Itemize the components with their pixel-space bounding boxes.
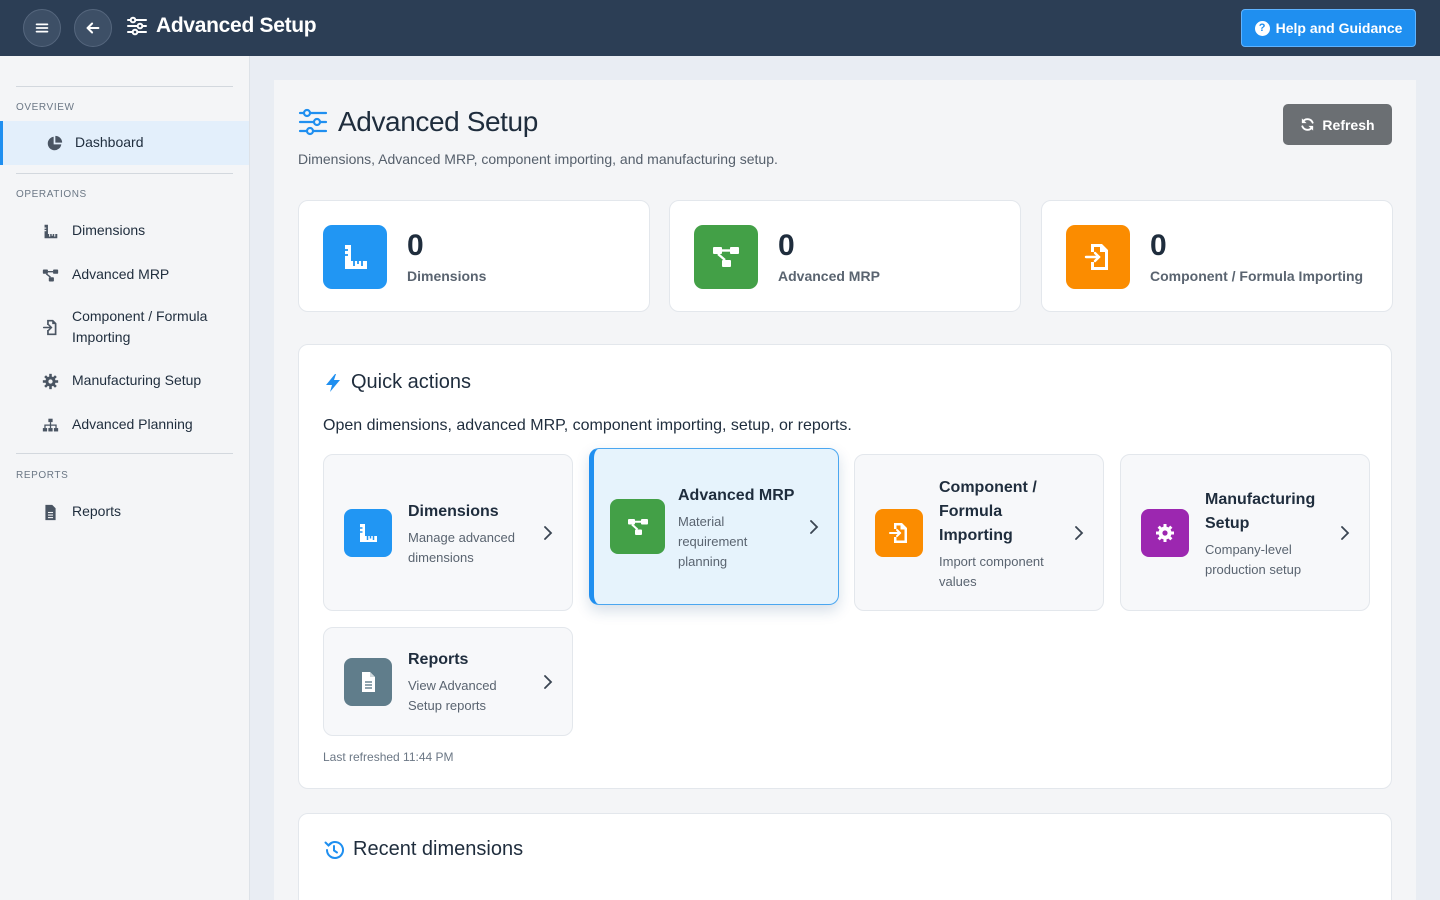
stat-label: Component / Formula Importing — [1150, 268, 1364, 284]
sidebar-section-reports: REPORTS — [16, 470, 69, 481]
quick-action-text: Manufacturing Setup Company-level produc… — [1205, 488, 1330, 580]
quick-actions-title-text: Quick actions — [351, 371, 472, 393]
quick-action-advanced-mrp[interactable]: Advanced MRP Material requirement planni… — [589, 448, 839, 605]
quick-action-text: Dimensions Manage advanced dimensions — [408, 500, 533, 568]
quick-action-title: Reports — [408, 651, 469, 668]
quick-action-desc: Import component values — [939, 554, 1044, 589]
stat-label: Dimensions — [407, 268, 487, 284]
sidebar-item-manufacturing-setup[interactable]: Manufacturing Setup — [0, 361, 249, 401]
back-button[interactable] — [74, 9, 112, 47]
sliders-icon — [127, 16, 147, 36]
help-button-label: Help and Guidance — [1275, 20, 1403, 36]
gear-icon — [1141, 509, 1189, 557]
stat-label: Advanced MRP — [778, 268, 880, 284]
top-bar: Advanced Setup ? Help and Guidance — [0, 0, 1440, 56]
sidebar-item-dimensions[interactable]: Dimensions — [0, 211, 249, 251]
chevron-right-icon — [542, 675, 554, 689]
recent-dimensions-title-text: Recent dimensions — [353, 838, 524, 860]
project-diagram-icon — [694, 225, 758, 289]
stat-card-advanced-mrp: 0 Advanced MRP — [669, 200, 1021, 312]
chevron-right-icon — [1339, 526, 1351, 540]
sidebar-item-label: Dimensions — [72, 222, 146, 238]
quick-action-manufacturing-setup[interactable]: Manufacturing Setup Company-level produc… — [1120, 454, 1370, 611]
bolt-icon — [326, 373, 340, 392]
page-title: Advanced Setup — [298, 106, 538, 138]
chart-pie-icon — [44, 133, 64, 153]
quick-action-desc: View Advanced Setup reports — [408, 678, 497, 713]
sidebar-item-advanced-planning[interactable]: Advanced Planning — [0, 405, 249, 445]
page-title-text: Advanced Setup — [338, 106, 538, 137]
project-diagram-icon — [610, 499, 665, 554]
project-diagram-icon — [40, 265, 60, 285]
sidebar-item-advanced-mrp[interactable]: Advanced MRP — [0, 255, 249, 295]
quick-action-desc: Company-level production setup — [1205, 542, 1302, 577]
quick-action-component-formula-importing[interactable]: Component / Formula Importing Import com… — [854, 454, 1104, 611]
refresh-button[interactable]: Refresh — [1283, 104, 1392, 145]
stat-value: 0 — [778, 229, 795, 262]
recent-dimensions-panel: Recent dimensions — [298, 813, 1392, 900]
sidebar-divider — [16, 453, 233, 454]
chevron-right-icon — [1073, 526, 1085, 540]
quick-action-title: Advanced MRP — [678, 487, 795, 504]
stat-value: 0 — [407, 229, 424, 262]
sidebar-item-reports[interactable]: Reports — [0, 492, 249, 532]
recent-dimensions-title: Recent dimensions — [323, 838, 523, 861]
sidebar-item-label: Advanced Planning — [72, 416, 193, 432]
hamburger-icon — [35, 23, 49, 33]
ruler-icon — [40, 221, 60, 241]
file-import-icon — [40, 317, 60, 337]
menu-button[interactable] — [23, 9, 61, 47]
sidebar-item-label: Dashboard — [75, 134, 144, 150]
quick-action-title: Component / Formula Importing — [939, 479, 1037, 544]
quick-action-title: Manufacturing Setup — [1205, 491, 1316, 532]
page-subtitle: Dimensions, Advanced MRP, component impo… — [298, 151, 778, 167]
sidebar-item-label: Component / Formula Importing — [72, 308, 208, 345]
chevron-right-icon — [542, 526, 554, 540]
file-icon — [40, 502, 60, 522]
sync-icon — [1301, 118, 1315, 131]
sidebar-item-dashboard[interactable]: Dashboard — [0, 121, 249, 165]
stat-value: 0 — [1150, 229, 1167, 262]
arrow-left-icon — [86, 22, 100, 34]
sidebar: OVERVIEW Dashboard OPERATIONS Dimensions… — [0, 56, 250, 900]
quick-action-dimensions[interactable]: Dimensions Manage advanced dimensions — [323, 454, 573, 611]
sidebar-divider — [16, 86, 233, 87]
stat-card-component-formula-importing: 0 Component / Formula Importing — [1041, 200, 1393, 312]
question-circle-icon: ? — [1254, 20, 1270, 36]
app-title: Advanced Setup — [126, 14, 317, 38]
quick-action-text: Component / Formula Importing Import com… — [939, 476, 1064, 592]
sidebar-section-overview: OVERVIEW — [16, 102, 75, 113]
quick-action-desc: Material requirement planning — [678, 514, 748, 569]
gear-icon — [40, 371, 60, 391]
sidebar-divider — [16, 173, 233, 174]
quick-action-desc: Manage advanced dimensions — [408, 530, 515, 565]
quick-actions-title: Quick actions — [323, 371, 471, 394]
sliders-icon — [298, 108, 328, 136]
refresh-button-label: Refresh — [1322, 116, 1375, 133]
quick-action-title: Dimensions — [408, 503, 499, 520]
ruler-icon — [323, 225, 387, 289]
file-icon — [344, 658, 392, 706]
quick-actions-panel: Quick actions Open dimensions, advanced … — [298, 344, 1392, 789]
sitemap-icon — [40, 415, 60, 435]
main-content: Advanced Setup Dimensions, Advanced MRP,… — [274, 80, 1416, 900]
sidebar-item-label: Manufacturing Setup — [72, 372, 202, 388]
app-title-text: Advanced Setup — [156, 14, 317, 37]
help-and-guidance-button[interactable]: ? Help and Guidance — [1241, 9, 1416, 47]
sidebar-section-operations: OPERATIONS — [16, 189, 87, 200]
history-icon — [324, 840, 344, 859]
last-refreshed-text: Last refreshed 11:44 PM — [323, 750, 454, 764]
quick-action-reports[interactable]: Reports View Advanced Setup reports — [323, 627, 573, 736]
sidebar-item-component-formula-importing[interactable]: Component / Formula Importing — [0, 303, 249, 351]
quick-action-text: Advanced MRP Material requirement planni… — [678, 484, 803, 572]
chevron-right-icon — [808, 520, 820, 534]
ruler-icon — [344, 509, 392, 557]
quick-actions-subtitle: Open dimensions, advanced MRP, component… — [323, 417, 852, 434]
file-import-icon — [1066, 225, 1130, 289]
file-import-icon — [875, 509, 923, 557]
stat-card-dimensions: 0 Dimensions — [298, 200, 650, 312]
sidebar-item-label: Reports — [72, 503, 122, 519]
sidebar-item-label: Advanced MRP — [72, 266, 170, 282]
quick-action-text: Reports View Advanced Setup reports — [408, 648, 533, 716]
